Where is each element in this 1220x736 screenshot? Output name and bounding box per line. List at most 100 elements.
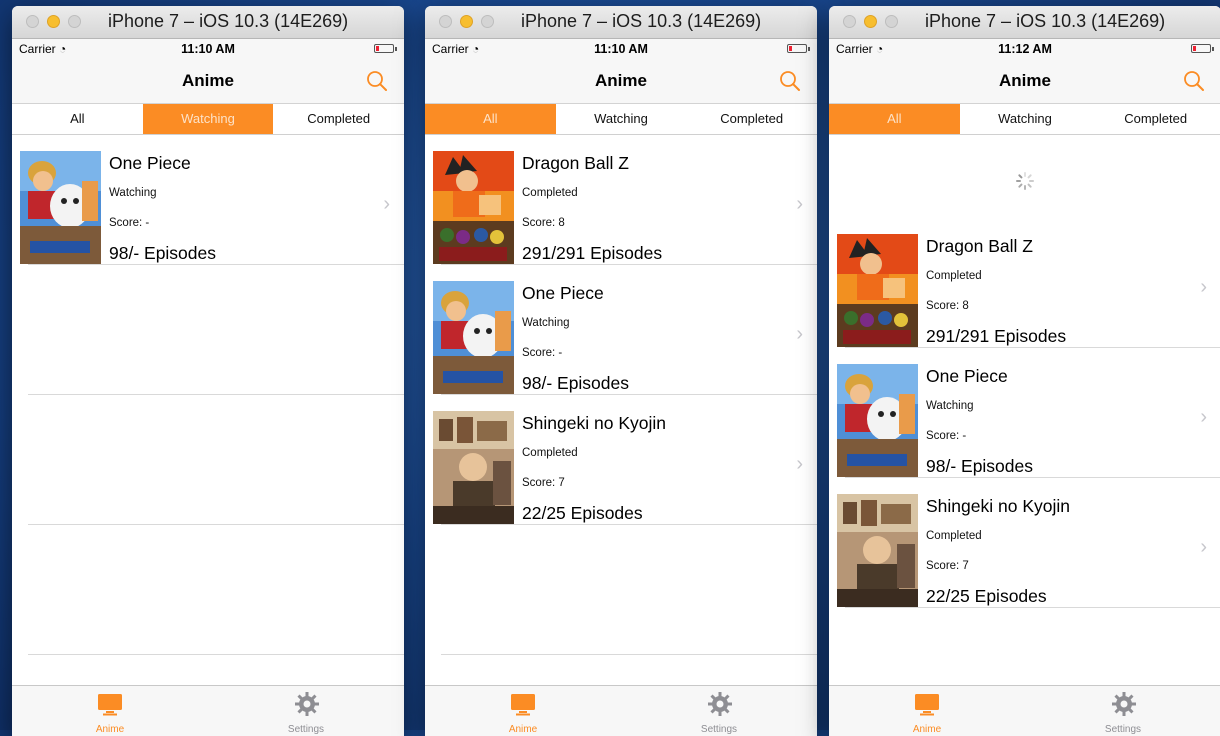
anime-episodes: 291/291 Episodes <box>522 243 663 263</box>
zoom-button[interactable] <box>68 15 81 28</box>
tab-all[interactable]: All <box>12 104 143 134</box>
window-titlebar: iPhone 7 – iOS 10.3 (14E269) <box>829 6 1220 39</box>
tab-bar-item-settings[interactable]: Settings <box>621 686 817 736</box>
tab-watching[interactable]: Watching <box>960 104 1091 134</box>
tab-bar: Anime Settings <box>425 685 817 736</box>
close-button[interactable] <box>843 15 856 28</box>
gear-icon <box>708 692 732 716</box>
gear-icon <box>295 692 319 716</box>
cover-image <box>433 281 514 394</box>
anime-title: One Piece <box>926 366 1008 386</box>
anime-episodes: 291/291 Episodes <box>926 326 1067 346</box>
list-item[interactable]: One Piece Watching Score: - 98/- Episodes › <box>425 265 817 395</box>
search-icon[interactable] <box>366 70 388 92</box>
anime-title: One Piece <box>522 283 604 303</box>
row-divider <box>28 654 404 655</box>
row-divider <box>441 654 817 655</box>
anime-score: Score: 7 <box>522 477 565 489</box>
search-icon[interactable] <box>779 70 801 92</box>
cover-image <box>837 364 918 477</box>
row-divider <box>845 607 1220 608</box>
row-divider <box>28 394 404 395</box>
minimize-button[interactable] <box>47 15 60 28</box>
anime-episodes: 98/- Episodes <box>109 243 217 263</box>
page-title: Anime <box>595 71 647 90</box>
minimize-button[interactable] <box>460 15 473 28</box>
chevron-right-icon: › <box>796 323 803 345</box>
anime-status: Completed <box>926 530 982 542</box>
anime-score: Score: - <box>522 347 563 359</box>
tab-all[interactable]: All <box>425 104 556 134</box>
tab-watching[interactable]: Watching <box>556 104 687 134</box>
simulator-window: iPhone 7 – iOS 10.3 (14E269) Carrier ◔ 11:… <box>829 6 1220 736</box>
tab-completed[interactable]: Completed <box>273 104 404 134</box>
chevron-right-icon: › <box>1200 406 1207 428</box>
list-item[interactable]: Dragon Ball Z Completed Score: 8 291/291 Ep… <box>425 135 817 265</box>
row-divider <box>28 524 404 525</box>
anime-score: Score: 8 <box>926 300 969 312</box>
status-bar: Carrier ◔ 11:10 AM <box>425 39 817 59</box>
tv-icon <box>511 694 535 716</box>
anime-title: Shingeki no Kyojin <box>926 496 1070 516</box>
anime-score: Score: 8 <box>522 217 565 229</box>
navigation-bar: Anime <box>425 59 817 104</box>
search-icon[interactable] <box>1183 70 1205 92</box>
minimize-button[interactable] <box>864 15 877 28</box>
tab-bar-item-settings[interactable]: Settings <box>1025 686 1220 736</box>
anime-score: Score: 7 <box>926 560 969 572</box>
battery-icon <box>787 44 810 53</box>
list-item[interactable]: Dragon Ball Z Completed Score: 8 291/291 Ep… <box>829 218 1220 348</box>
list-item[interactable]: One Piece Watching Score: - 98/- Episodes › <box>12 135 404 265</box>
anime-episodes: 22/25 Episodes <box>522 503 643 523</box>
tab-watching[interactable]: Watching <box>142 104 274 134</box>
filter-segmented-control: All Watching Completed <box>12 104 404 135</box>
chevron-right-icon: › <box>796 193 803 215</box>
status-bar: Carrier ◔ 11:10 AM <box>12 39 404 59</box>
tab-all[interactable]: All <box>829 104 960 134</box>
anime-status: Completed <box>522 447 578 459</box>
chevron-right-icon: › <box>1200 276 1207 298</box>
tab-bar-item-anime[interactable]: Anime <box>12 686 208 736</box>
anime-status: Completed <box>926 270 982 282</box>
navigation-bar: Anime <box>12 59 404 104</box>
list-item[interactable]: Shingeki no Kyojin Completed Score: 7 22/25… <box>425 395 817 525</box>
cover-image <box>20 151 101 264</box>
navigation-bar: Anime <box>829 59 1220 104</box>
anime-status: Watching <box>522 317 570 329</box>
tab-bar-item-anime[interactable]: Anime <box>829 686 1025 736</box>
window-titlebar: iPhone 7 – iOS 10.3 (14E269) <box>12 6 404 39</box>
filter-segmented-control: All Watching Completed <box>425 104 817 135</box>
anime-episodes: 22/25 Episodes <box>926 586 1047 606</box>
chevron-right-icon: › <box>1200 536 1207 558</box>
simulator-window: iPhone 7 – iOS 10.3 (14E269) Carrier ◔ 11:… <box>12 6 404 736</box>
battery-icon <box>1191 44 1214 53</box>
window-title: iPhone 7 – iOS 10.3 (14E269) <box>108 11 349 31</box>
zoom-button[interactable] <box>885 15 898 28</box>
anime-score: Score: - <box>926 430 967 442</box>
cover-image <box>837 494 918 607</box>
tab-bar: Anime Settings <box>12 685 404 736</box>
device-screen: Carrier ◔ 11:10 AM Anime All Watching Complet… <box>425 39 817 736</box>
zoom-button[interactable] <box>481 15 494 28</box>
cover-image <box>837 234 918 347</box>
tab-bar-item-settings[interactable]: Settings <box>208 686 404 736</box>
tab-completed[interactable]: Completed <box>686 104 817 134</box>
tab-bar: Anime Settings <box>829 685 1220 736</box>
anime-title: One Piece <box>109 153 191 173</box>
loading-spinner-icon <box>1015 171 1035 191</box>
close-button[interactable] <box>439 15 452 28</box>
close-button[interactable] <box>26 15 39 28</box>
page-title: Anime <box>182 71 234 90</box>
anime-title: Dragon Ball Z <box>522 153 629 173</box>
page-title: Anime <box>999 71 1051 90</box>
filter-segmented-control: All Watching Completed <box>829 104 1220 135</box>
tv-icon <box>915 694 939 716</box>
simulator-window: iPhone 7 – iOS 10.3 (14E269) Carrier ◔ 11:… <box>425 6 817 736</box>
tab-bar-item-anime[interactable]: Anime <box>425 686 621 736</box>
tv-icon <box>98 694 122 716</box>
list-item[interactable]: Shingeki no Kyojin Completed Score: 7 22/25… <box>829 478 1220 608</box>
tab-completed[interactable]: Completed <box>1090 104 1220 134</box>
gear-icon <box>1112 692 1136 716</box>
anime-title: Dragon Ball Z <box>926 236 1033 256</box>
list-item[interactable]: One Piece Watching Score: - 98/- Episodes › <box>829 348 1220 478</box>
